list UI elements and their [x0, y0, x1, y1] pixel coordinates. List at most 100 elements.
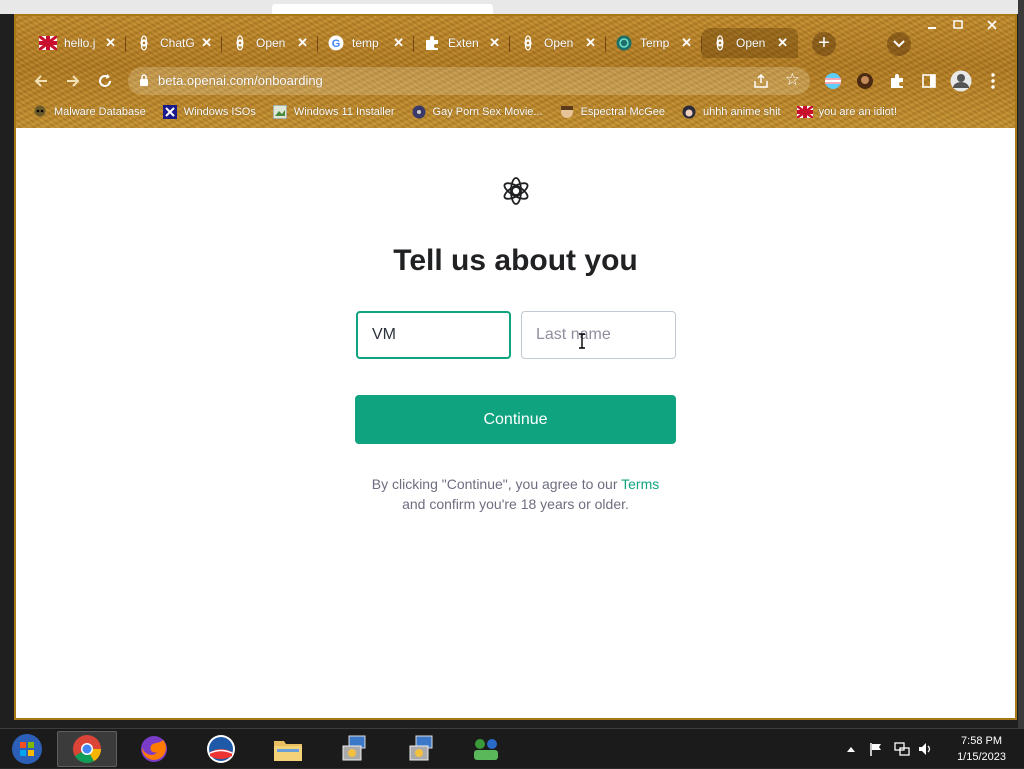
menu-kebab-icon[interactable]: [984, 72, 1002, 90]
temp-mail-icon: [615, 34, 633, 52]
extension-avatar-icon[interactable]: [856, 72, 874, 90]
google-icon: G: [327, 34, 345, 52]
flag-tray-icon: [870, 743, 881, 756]
clock[interactable]: 7:58 PM 1/15/2023: [957, 733, 1006, 765]
tab-title: hello.j: [64, 36, 96, 50]
browser-window: hello.j ✕ ChatG ✕ Open ✕ G temp ✕ Exten …: [14, 14, 1017, 720]
taskbar-firefox[interactable]: [124, 731, 184, 767]
openai-icon: [231, 34, 249, 52]
tab-close-icon[interactable]: ✕: [105, 35, 116, 51]
skull-icon: [32, 104, 48, 120]
share-icon[interactable]: [752, 72, 770, 90]
address-bar[interactable]: beta.openai.com/onboarding ☆: [128, 67, 810, 95]
maximize-button[interactable]: [946, 16, 970, 34]
desktop: hello.j ✕ ChatG ✕ Open ✕ G temp ✕ Exten …: [0, 0, 1024, 768]
extensions-puzzle-icon[interactable]: [888, 72, 906, 90]
taskbar-installer-2[interactable]: [392, 731, 452, 767]
bookmark-label: Windows ISOs: [183, 106, 256, 118]
maximize-icon: [953, 20, 963, 29]
taskbar: 7:58 PM 1/15/2023: [0, 728, 1024, 768]
anime-icon: [681, 104, 697, 120]
tray-network[interactable]: [892, 729, 912, 769]
bookmark-star-icon[interactable]: ☆: [785, 70, 800, 90]
svg-text:G: G: [332, 38, 341, 50]
page-content: Tell us about you VM Last name Continue …: [16, 128, 1015, 718]
tab-8-active[interactable]: Open ✕: [702, 28, 798, 58]
legal-text: By clicking "Continue", you agree to our: [371, 476, 622, 492]
disc-icon: [411, 104, 427, 120]
tab-close-icon[interactable]: ✕: [297, 35, 308, 51]
taskbar-network-app[interactable]: [456, 731, 516, 767]
tab-2[interactable]: ChatG ✕: [126, 28, 222, 58]
tray-volume[interactable]: [916, 729, 936, 769]
tab-title: Exten: [448, 36, 479, 50]
chevron-up-icon: [847, 747, 855, 752]
tab-close-icon[interactable]: ✕: [681, 35, 692, 51]
reload-button[interactable]: [92, 68, 118, 94]
taskbar-explorer[interactable]: [258, 731, 318, 767]
network-people-icon: [474, 739, 498, 760]
obama-logo-icon: [207, 735, 235, 763]
last-name-field[interactable]: Last name: [521, 311, 676, 359]
tab-3[interactable]: Open ✕: [222, 28, 318, 58]
lock-icon: [140, 74, 148, 86]
tab-close-icon[interactable]: ✕: [489, 35, 500, 51]
tab-close-icon[interactable]: ✕: [777, 35, 788, 51]
bookmark-label: Windows 11 Installer: [293, 106, 395, 118]
speaker-icon: [919, 743, 931, 755]
close-icon: [987, 20, 997, 30]
side-panel-icon[interactable]: [920, 72, 938, 90]
extension-pride-icon[interactable]: [824, 72, 842, 90]
window-close-button[interactable]: [980, 16, 1004, 34]
tab-close-icon[interactable]: ✕: [393, 35, 404, 51]
tab-1[interactable]: hello.j ✕: [30, 28, 126, 58]
bookmark-label: you are an idiot!: [818, 106, 897, 118]
bookmark-item[interactable]: Gay Porn Sex Movie...: [411, 104, 543, 120]
tab-search-button[interactable]: [887, 32, 911, 56]
tab-close-icon[interactable]: ✕: [585, 35, 596, 51]
minimize-icon: [928, 27, 936, 29]
bookmark-label: Espectral McGee: [580, 106, 665, 118]
taskbar-chrome[interactable]: [57, 731, 117, 767]
continue-button[interactable]: Continue: [355, 395, 676, 444]
tab-5[interactable]: Exten ✕: [414, 28, 510, 58]
openai-logo-icon: [503, 177, 529, 205]
back-button[interactable]: [28, 68, 54, 94]
folder-icon: [274, 741, 302, 761]
text-cursor-icon: [579, 333, 585, 349]
bookmark-label: uhhh anime shit: [702, 106, 781, 118]
tab-close-icon[interactable]: ✕: [201, 35, 212, 51]
bookmark-item[interactable]: you are an idiot!: [796, 104, 897, 120]
tab-6[interactable]: Open ✕: [510, 28, 606, 58]
tray-overflow-button[interactable]: [844, 729, 858, 769]
first-name-field[interactable]: VM: [356, 311, 511, 359]
openai-icon: [135, 34, 153, 52]
x-icon: [162, 104, 178, 120]
tab-strip: hello.j ✕ ChatG ✕ Open ✕ G temp ✕ Exten …: [30, 28, 798, 58]
toolbar: beta.openai.com/onboarding ☆: [16, 64, 1015, 96]
taskbar-installer-1[interactable]: [325, 731, 385, 767]
taskbar-app[interactable]: [191, 731, 251, 767]
bookmark-label: Gay Porn Sex Movie...: [432, 106, 543, 118]
bookmark-item[interactable]: Espectral McGee: [559, 104, 665, 120]
tray-action-center[interactable]: [866, 729, 886, 769]
bookmark-item[interactable]: Windows 11 Installer: [272, 104, 395, 120]
minimize-button[interactable]: [920, 16, 944, 34]
chrome-icon: [73, 735, 101, 763]
forward-button[interactable]: [60, 68, 86, 94]
tab-title: ChatG: [160, 36, 195, 50]
tab-4[interactable]: G temp ✕: [318, 28, 414, 58]
tab-7[interactable]: Temp ✕: [606, 28, 702, 58]
legal-text-line2: and confirm you're 18 years or older.: [402, 496, 629, 512]
bookmark-item[interactable]: Windows ISOs: [162, 104, 256, 120]
terms-link[interactable]: Terms: [621, 476, 659, 492]
tab-title: Open: [736, 36, 766, 50]
bookmark-item[interactable]: Malware Database: [32, 104, 146, 120]
start-button[interactable]: [0, 731, 54, 767]
new-tab-button[interactable]: +: [812, 32, 836, 56]
profile-icon[interactable]: [950, 70, 972, 92]
bookmark-item[interactable]: uhhh anime shit: [681, 104, 781, 120]
url-text: beta.openai.com/onboarding: [158, 73, 323, 88]
image-icon: [272, 104, 288, 120]
openai-icon: [519, 34, 537, 52]
